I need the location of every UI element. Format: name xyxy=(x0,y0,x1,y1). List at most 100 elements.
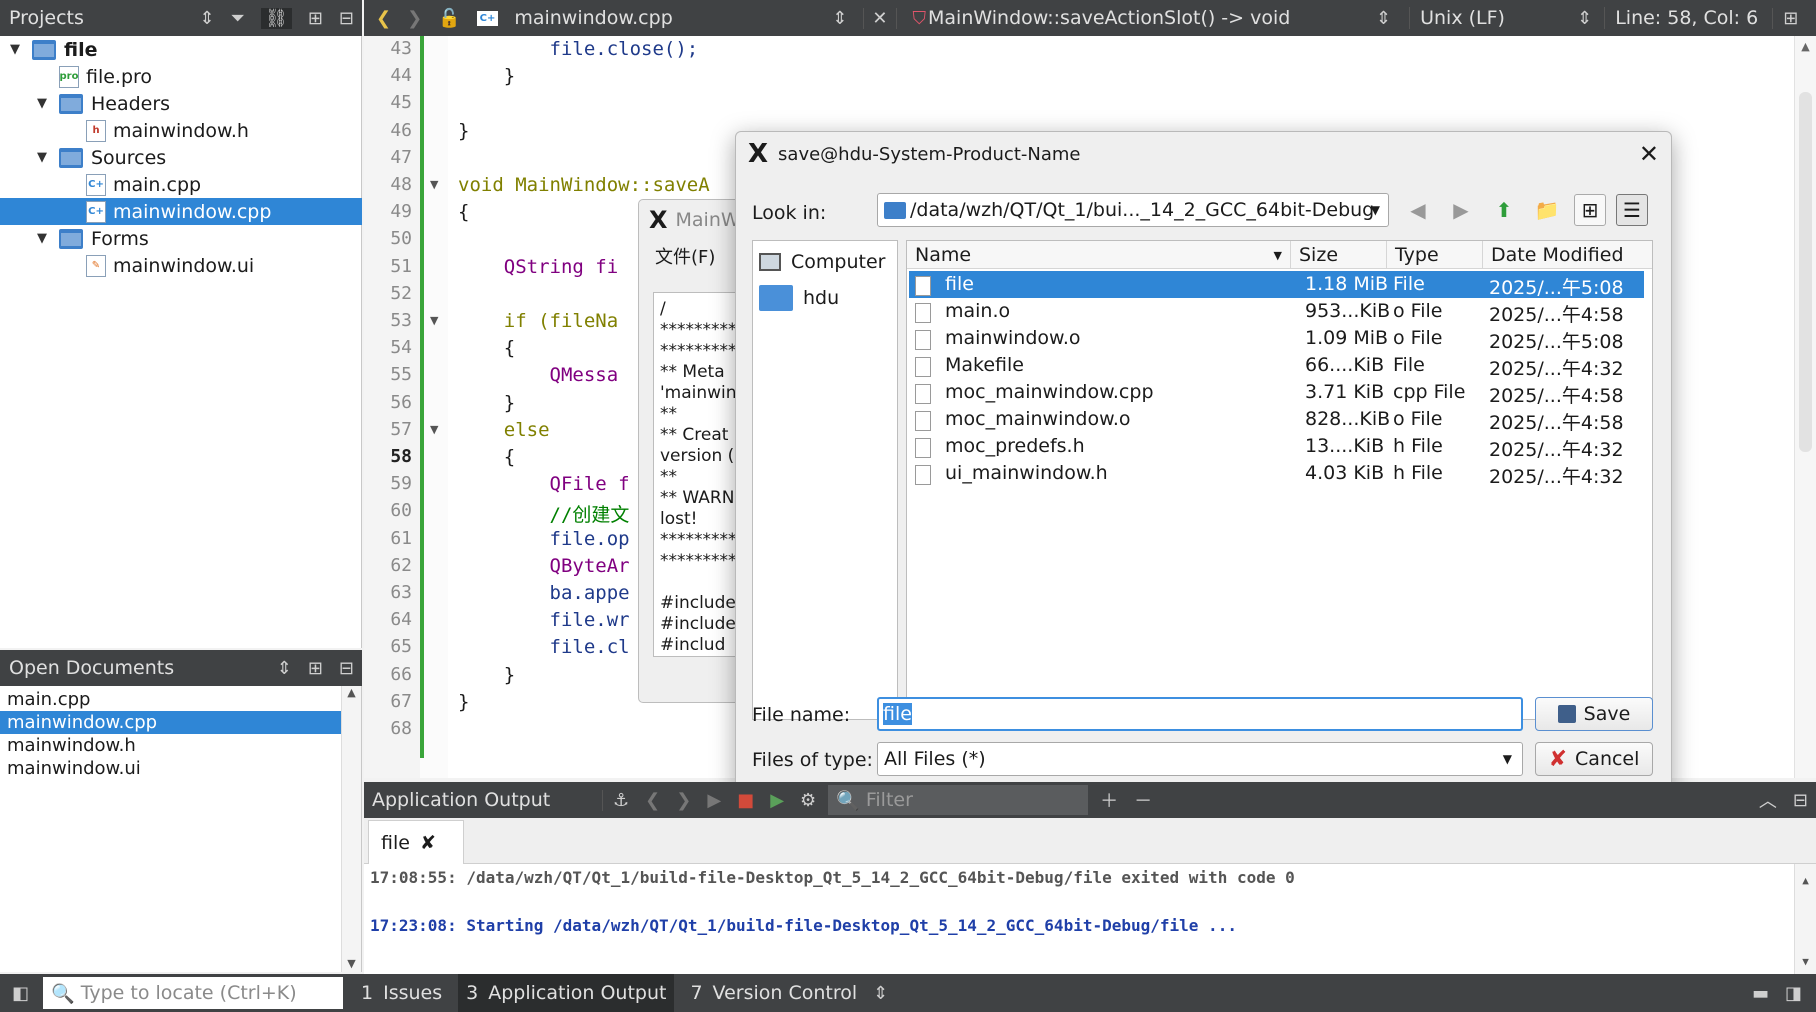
forward-icon[interactable]: ❯ xyxy=(407,8,422,29)
close-tab-icon[interactable]: ✘ xyxy=(420,832,436,854)
current-file-combo[interactable]: mainwindow.cpp xyxy=(514,7,824,29)
look-in-combo[interactable]: /data/wzh/QT/Qt_1/bui..._14_2_GCC_64bit-… xyxy=(877,193,1389,227)
filter-input[interactable]: 🔍 Filter xyxy=(828,785,1089,815)
combo-arrows-icon[interactable]: ⇕ xyxy=(832,8,847,29)
progress-details-icon[interactable]: ▬ xyxy=(1752,983,1769,1004)
zoom-in-icon[interactable]: ＋ xyxy=(1100,787,1118,813)
tree-item[interactable]: ▼ Sources xyxy=(0,144,362,171)
column-type[interactable]: Type xyxy=(1387,241,1483,269)
column-date-modified[interactable]: Date Modified xyxy=(1483,241,1652,269)
line-endings-combo[interactable]: Unix (LF) xyxy=(1409,7,1569,29)
file-row[interactable]: moc_mainwindow.cpp 3.71 KiB cpp File 2025/.… xyxy=(909,379,1644,407)
close-icon[interactable]: ✕ xyxy=(1639,140,1659,168)
files-of-type-combo[interactable]: All Files (*) ▼ xyxy=(877,742,1523,776)
output-tab-file[interactable]: file ✘ xyxy=(368,820,464,864)
file-row[interactable]: mainwindow.o 1.09 MiB o File 2025/...午5:08 xyxy=(909,325,1644,353)
places-sidebar[interactable]: Computer hdu xyxy=(752,240,898,720)
open-document-item[interactable]: mainwindow.cpp xyxy=(0,711,342,734)
next-icon[interactable]: ❯ xyxy=(676,790,691,811)
scrollbar[interactable]: ▲ ▼ xyxy=(341,686,361,972)
symbol-combo[interactable]: MainWindow::saveActionSlot() -> void xyxy=(928,7,1368,29)
lock-icon: 🔓 xyxy=(438,7,461,29)
combo-arrows-icon[interactable]: ⇕ xyxy=(1376,8,1391,29)
tree-item[interactable]: C+ mainwindow.cpp xyxy=(0,198,362,225)
tree-item[interactable]: pro file.pro xyxy=(0,63,362,90)
close-document-icon[interactable]: ✕ xyxy=(863,7,897,29)
fold-arrow-icon[interactable]: ▼ xyxy=(430,423,438,436)
debug-run-icon[interactable]: ▶ xyxy=(770,790,784,811)
detail-view-icon[interactable]: ☰ xyxy=(1616,194,1648,226)
save-button[interactable]: Save xyxy=(1535,697,1653,731)
back-icon[interactable]: ◀ xyxy=(1402,194,1434,226)
expand-arrow-icon[interactable]: ▼ xyxy=(35,231,49,246)
file-row[interactable]: main.o 953...KiB o File 2025/...午4:58 xyxy=(909,298,1644,326)
line-number: 65 xyxy=(390,636,412,658)
close-pane-icon[interactable]: ⊟ xyxy=(1793,790,1808,811)
split-icon[interactable]: ⊞ xyxy=(308,658,323,679)
forward-icon[interactable]: ▶ xyxy=(1445,194,1477,226)
file-row[interactable]: moc_predefs.h 13....KiB h File 2025/...午4:3… xyxy=(909,433,1644,461)
sort-arrows-icon[interactable]: ⇕ xyxy=(277,658,292,679)
status-tab-issues[interactable]: 1 Issues xyxy=(353,982,450,1004)
back-icon[interactable]: ❮ xyxy=(376,8,391,29)
file-list[interactable]: Name ▼ Size Type Date Modified file 1.18 M… xyxy=(906,240,1653,720)
tree-item[interactable]: ✎ mainwindow.ui xyxy=(0,252,362,279)
status-tab-version-control[interactable]: 7 Version Control xyxy=(682,982,865,1004)
output-text[interactable]: 17:08:55: /data/wzh/QT/Qt_1/build-file-D… xyxy=(364,864,1816,974)
tree-item[interactable]: ▼ Forms xyxy=(0,225,362,252)
column-size[interactable]: Size xyxy=(1291,241,1387,269)
fold-arrow-icon[interactable]: ▼ xyxy=(430,178,438,191)
tree-item[interactable]: C+ main.cpp xyxy=(0,171,362,198)
open-document-item[interactable]: mainwindow.ui xyxy=(0,757,342,780)
prev-icon[interactable]: ❮ xyxy=(645,790,660,811)
split-editor-icon[interactable]: ⊞ xyxy=(1772,7,1798,29)
run-icon[interactable]: ▶ xyxy=(707,790,721,811)
toggle-sidebar-icon[interactable]: ◧ xyxy=(12,983,29,1004)
status-tab-application-output[interactable]: 3 Application Output xyxy=(458,974,675,1012)
zoom-out-icon[interactable]: － xyxy=(1134,787,1152,813)
more-tabs-icon[interactable]: ⇕ xyxy=(873,983,888,1004)
split-icon[interactable]: ⊞ xyxy=(308,8,323,29)
tree-item-label: file xyxy=(64,38,98,61)
open-documents-list[interactable]: main.cpp mainwindow.cpp mainwindow.h mainwi… xyxy=(0,686,362,972)
tree-item[interactable]: ▼ file xyxy=(0,36,362,63)
file-row[interactable]: file 1.18 MiB File 2025/...午5:08 xyxy=(909,271,1644,299)
output-scrollbar[interactable]: ▲ ▼ xyxy=(1794,864,1816,974)
tree-item[interactable]: ▼ Headers xyxy=(0,90,362,117)
file-name-input[interactable]: file xyxy=(877,697,1523,731)
save-dialog[interactable]: X save@hdu-System-Product-Name ✕ Look in… xyxy=(735,131,1672,795)
toggle-right-sidebar-icon[interactable]: ◨ xyxy=(1785,983,1802,1004)
sort-arrows-icon[interactable]: ⇕ xyxy=(199,8,214,29)
column-name[interactable]: Name ▼ xyxy=(907,241,1291,269)
parent-directory-icon[interactable]: ⬆ xyxy=(1488,194,1520,226)
file-row[interactable]: ui_mainwindow.h 4.03 KiB h File 2025/...午4:… xyxy=(909,460,1644,488)
tree-item[interactable]: h mainwindow.h xyxy=(0,117,362,144)
settings-icon[interactable]: ⚙ xyxy=(800,790,816,811)
attach-icon[interactable]: ⚓ xyxy=(602,789,629,811)
close-pane-icon[interactable]: ⊟ xyxy=(339,8,354,29)
locate-input[interactable]: 🔍 Type to locate (Ctrl+K) xyxy=(43,977,344,1009)
stop-icon[interactable]: ■ xyxy=(737,790,754,811)
link-icon[interactable]: ⛓ xyxy=(260,7,292,29)
file-row[interactable]: moc_mainwindow.o 828...KiB o File 2025/...午… xyxy=(909,406,1644,434)
maximize-icon[interactable]: ︿ xyxy=(1759,787,1777,813)
combo-arrows-icon[interactable]: ⇕ xyxy=(1577,8,1592,29)
close-pane-icon[interactable]: ⊟ xyxy=(339,658,354,679)
editor-scrollbar[interactable]: ▲ xyxy=(1794,36,1816,778)
expand-arrow-icon[interactable]: ▼ xyxy=(35,150,49,165)
fold-arrow-icon[interactable]: ▼ xyxy=(430,314,438,327)
filter-icon[interactable]: ⏷ xyxy=(231,8,245,29)
cancel-button[interactable]: ✘ Cancel xyxy=(1535,742,1653,776)
open-document-item[interactable]: main.cpp xyxy=(0,688,342,711)
open-document-item[interactable]: mainwindow.h xyxy=(0,734,342,757)
place-hdu[interactable]: hdu xyxy=(759,285,839,311)
expand-arrow-icon[interactable]: ▼ xyxy=(35,96,49,111)
file-row[interactable]: Makefile 66....KiB File 2025/...午4:32 xyxy=(909,352,1644,380)
dialog-titlebar[interactable]: X save@hdu-System-Product-Name ✕ xyxy=(736,132,1671,176)
expand-arrow-icon[interactable]: ▼ xyxy=(8,42,22,57)
list-view-icon[interactable]: ⊞ xyxy=(1574,194,1606,226)
project-tree[interactable]: ▼ file pro file.pro ▼ Headers h mainwindow.h ▼ So… xyxy=(0,36,362,648)
new-folder-icon[interactable]: 📁 xyxy=(1531,194,1563,226)
place-computer[interactable]: Computer xyxy=(759,251,885,273)
cursor-position[interactable]: Line: 58, Col: 6 xyxy=(1604,7,1764,29)
